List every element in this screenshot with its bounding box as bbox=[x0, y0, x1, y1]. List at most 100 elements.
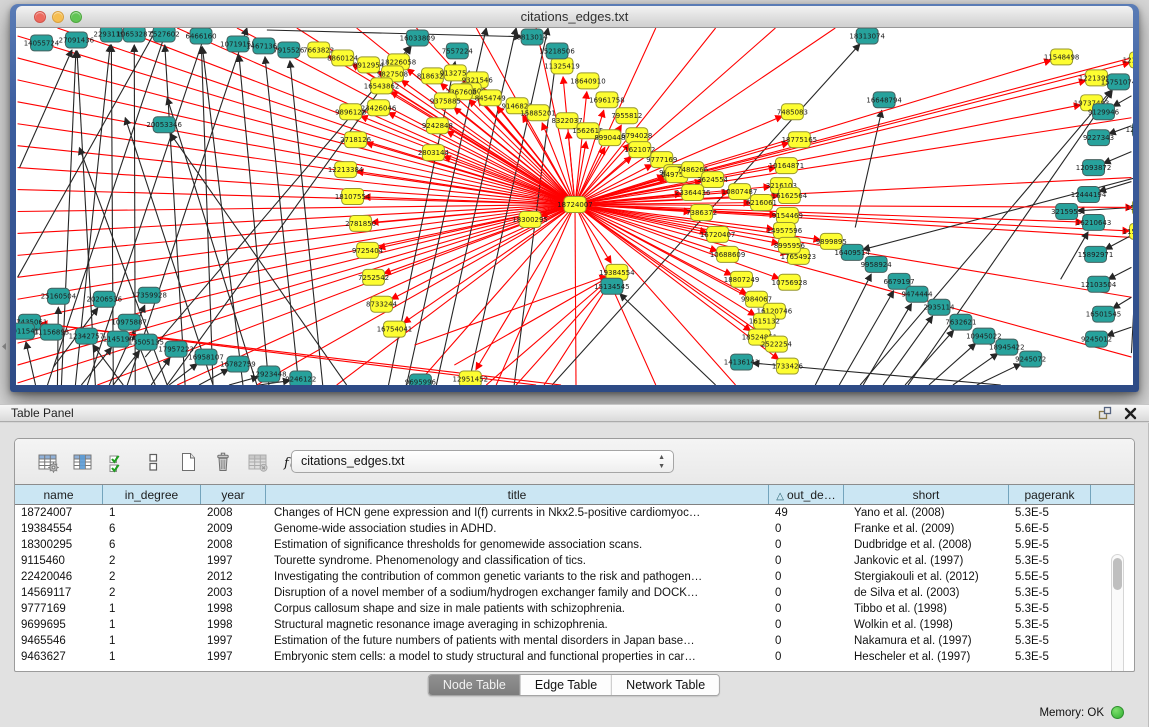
citation-edge-black bbox=[839, 291, 893, 385]
zoom-window-button[interactable] bbox=[70, 11, 82, 23]
graph-node[interactable]: 9958924 bbox=[861, 256, 893, 272]
graph-node[interactable]: 25160504 bbox=[41, 288, 77, 304]
graph-node[interactable]: 16754041 bbox=[377, 321, 412, 337]
vertical-scrollbar[interactable] bbox=[1111, 554, 1124, 672]
column-header-year[interactable]: year bbox=[201, 485, 266, 504]
graph-node[interactable]: 18640910 bbox=[570, 73, 605, 89]
column-selection-button[interactable] bbox=[70, 449, 96, 475]
graph-node[interactable]: 12125419 bbox=[1123, 52, 1133, 68]
graph-node[interactable]: 8995956 bbox=[774, 237, 805, 253]
tab-node-table[interactable]: Node Table bbox=[429, 675, 521, 695]
graph-node[interactable]: 3215953 bbox=[1051, 204, 1082, 220]
graph-node[interactable]: 10688609 bbox=[710, 246, 745, 262]
graph-node[interactable]: 18775165 bbox=[782, 132, 817, 148]
column-header-pagerank[interactable]: pagerank bbox=[1009, 485, 1091, 504]
column-header-short[interactable]: short bbox=[844, 485, 1009, 504]
graph-node[interactable]: 16961758 bbox=[589, 92, 624, 108]
column-header-name[interactable]: name bbox=[15, 485, 103, 504]
graph-node[interactable]: 12213384 bbox=[328, 162, 364, 178]
column-header-out-de-[interactable]: △out_de… bbox=[769, 485, 844, 504]
graph-node[interactable]: 12923448 bbox=[251, 366, 286, 382]
table-row[interactable]: 1830029562008Estimation of significance … bbox=[15, 537, 1134, 553]
scrollbar-thumb[interactable] bbox=[1113, 558, 1122, 590]
graph-node[interactable]: 7955812 bbox=[611, 108, 642, 124]
table-row[interactable]: 946554611997Estimation of the future num… bbox=[15, 633, 1134, 649]
graph-node[interactable]: 9246122 bbox=[285, 371, 316, 385]
graph-node[interactable]: 16210643 bbox=[1076, 214, 1111, 230]
graph-node[interactable]: 11325419 bbox=[544, 58, 579, 74]
graph-node[interactable]: 2718126 bbox=[340, 132, 371, 148]
graph-node[interactable]: 7252542 bbox=[358, 269, 389, 285]
graph-node[interactable]: 10756928 bbox=[772, 274, 807, 290]
table-row[interactable]: 1938455462009Genome-wide association stu… bbox=[15, 521, 1134, 537]
close-panel-icon[interactable] bbox=[1124, 407, 1137, 425]
graph-node[interactable]: 2781850 bbox=[345, 215, 376, 231]
graph-node[interactable]: 9474444 bbox=[902, 286, 934, 302]
tab-edge-table[interactable]: Edge Table bbox=[521, 675, 612, 695]
graph-node[interactable]: 1527602 bbox=[149, 28, 180, 42]
graph-node[interactable]: 9154469 bbox=[772, 207, 803, 223]
graph-node[interactable]: 9227343 bbox=[1083, 130, 1114, 146]
cell-out-de-: 0 bbox=[769, 633, 844, 649]
graph-node[interactable]: 7557224 bbox=[442, 43, 474, 59]
graph-node[interactable]: 9245012 bbox=[1081, 331, 1112, 347]
graph-node-label: 3215953 bbox=[1051, 208, 1082, 216]
graph-node[interactable]: 2522254 bbox=[761, 336, 793, 352]
table-mode-tabs: Node TableEdge TableNetwork Table bbox=[428, 674, 720, 696]
column-header-in-degree[interactable]: in_degree bbox=[103, 485, 201, 504]
graph-node[interactable]: 9695996 bbox=[405, 374, 436, 385]
graph-node[interactable]: 9242848 bbox=[422, 118, 453, 134]
graph-node[interactable]: 7632621 bbox=[945, 314, 976, 330]
splitter-handle[interactable] bbox=[404, 397, 414, 403]
graph-node[interactable]: 9375885 bbox=[430, 93, 461, 109]
table-select-dropdown[interactable]: citations_edges.txt ▲▼ bbox=[291, 450, 674, 473]
row-height-button[interactable] bbox=[140, 449, 166, 475]
table-row[interactable]: 977716911998Corpus callosum shape and si… bbox=[15, 601, 1134, 617]
tab-network-table[interactable]: Network Table bbox=[612, 675, 719, 695]
graph-node[interactable]: 14055724 bbox=[24, 35, 60, 51]
column-header-title[interactable]: title bbox=[266, 485, 769, 504]
cell-title: Changes of HCN gene expression and I(f) … bbox=[266, 505, 769, 521]
graph-node[interactable]: 8813014 bbox=[517, 29, 549, 45]
graph-node[interactable]: 7485083 bbox=[777, 104, 808, 120]
table-row[interactable]: 946362711997Embryonic stem cells: a mode… bbox=[15, 649, 1134, 665]
graph-node[interactable]: 17359928 bbox=[131, 287, 166, 303]
create-column-button[interactable] bbox=[175, 449, 201, 475]
table-row[interactable]: 1872400712008Changes of HCN gene express… bbox=[15, 505, 1134, 521]
graph-node[interactable]: 2935114 bbox=[923, 299, 955, 315]
table-row[interactable]: 911546021997Tourette syndrome. Phenomeno… bbox=[15, 553, 1134, 569]
graph-node[interactable]: 7915526 bbox=[273, 42, 304, 58]
graph-node[interactable]: 9725404 bbox=[352, 242, 384, 258]
network-canvas[interactable]: 1872400776638228860124891295418226058982… bbox=[16, 28, 1133, 385]
graph-node[interactable]: 12444194 bbox=[1071, 187, 1107, 203]
minimize-window-button[interactable] bbox=[52, 11, 64, 23]
graph-node[interactable]: 6466160 bbox=[186, 28, 217, 44]
table-options-button[interactable] bbox=[35, 449, 61, 475]
graph-node[interactable]: 11548498 bbox=[1044, 49, 1079, 65]
graph-node[interactable]: 16501545 bbox=[1086, 306, 1121, 322]
close-window-button[interactable] bbox=[34, 11, 46, 23]
table-row[interactable]: 1456911722003Disruption of a novel membe… bbox=[15, 585, 1134, 601]
graph-node[interactable]: 12734942 bbox=[1126, 122, 1133, 138]
graph-node[interactable]: 7386372 bbox=[686, 205, 717, 221]
graph-node[interactable]: 9896128 bbox=[335, 104, 366, 120]
graph-node[interactable]: 1615132 bbox=[749, 313, 780, 329]
window-titlebar[interactable]: citations_edges.txt bbox=[16, 6, 1133, 28]
delete-column-button[interactable] bbox=[210, 449, 236, 475]
graph-node[interactable]: 18313074 bbox=[849, 28, 885, 44]
table-row[interactable]: 2242004622012Investigating the contribut… bbox=[15, 569, 1134, 585]
delete-table-button[interactable] bbox=[245, 449, 271, 475]
row-selection-checks-button[interactable] bbox=[105, 449, 131, 475]
graph-node[interactable]: 9129946 bbox=[1088, 104, 1119, 120]
graph-node[interactable]: 14136141 bbox=[724, 354, 759, 370]
graph-node[interactable]: 20206536 bbox=[87, 291, 122, 307]
graph-node[interactable]: 27091436 bbox=[59, 32, 94, 48]
graph-node[interactable]: 16648794 bbox=[866, 92, 902, 108]
graph-node[interactable]: 15958542 bbox=[1126, 200, 1133, 216]
graph-node[interactable]: 9245072 bbox=[1015, 351, 1046, 367]
panel-collapse-arrow[interactable] bbox=[1, 338, 7, 347]
table-row[interactable]: 969969511998Structural magnetic resonanc… bbox=[15, 617, 1134, 633]
graph-node[interactable]: 15892971 bbox=[1078, 246, 1113, 262]
graph-node-label: 12444194 bbox=[1071, 191, 1107, 199]
graph-node[interactable]: 1733426 bbox=[772, 358, 803, 374]
